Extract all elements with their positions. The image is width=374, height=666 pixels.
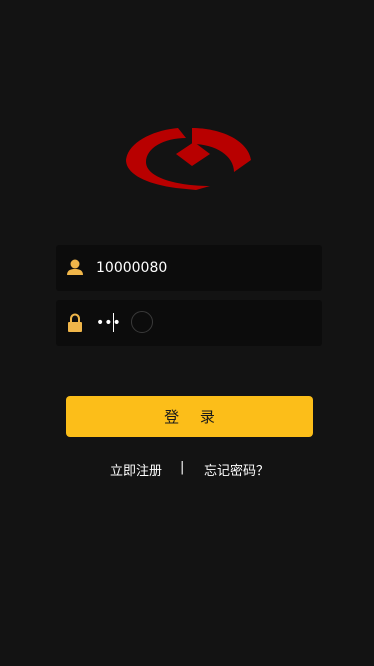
loading-spinner-icon [131, 311, 153, 333]
bank-logo-icon [126, 128, 251, 190]
auth-links: 立即注册 | 忘记密码？ [0, 460, 374, 479]
username-input[interactable] [96, 257, 276, 279]
forgot-password-link[interactable]: 忘记密码？ [204, 460, 269, 479]
text-cursor [113, 313, 114, 332]
user-icon [67, 259, 83, 275]
login-button[interactable]: 登 录 [66, 396, 313, 437]
username-field[interactable] [56, 245, 322, 291]
register-link[interactable]: 立即注册 [110, 460, 162, 479]
password-input[interactable] [96, 312, 276, 334]
lock-icon [68, 313, 82, 332]
password-field[interactable] [56, 300, 322, 346]
link-separator: | [180, 460, 185, 475]
